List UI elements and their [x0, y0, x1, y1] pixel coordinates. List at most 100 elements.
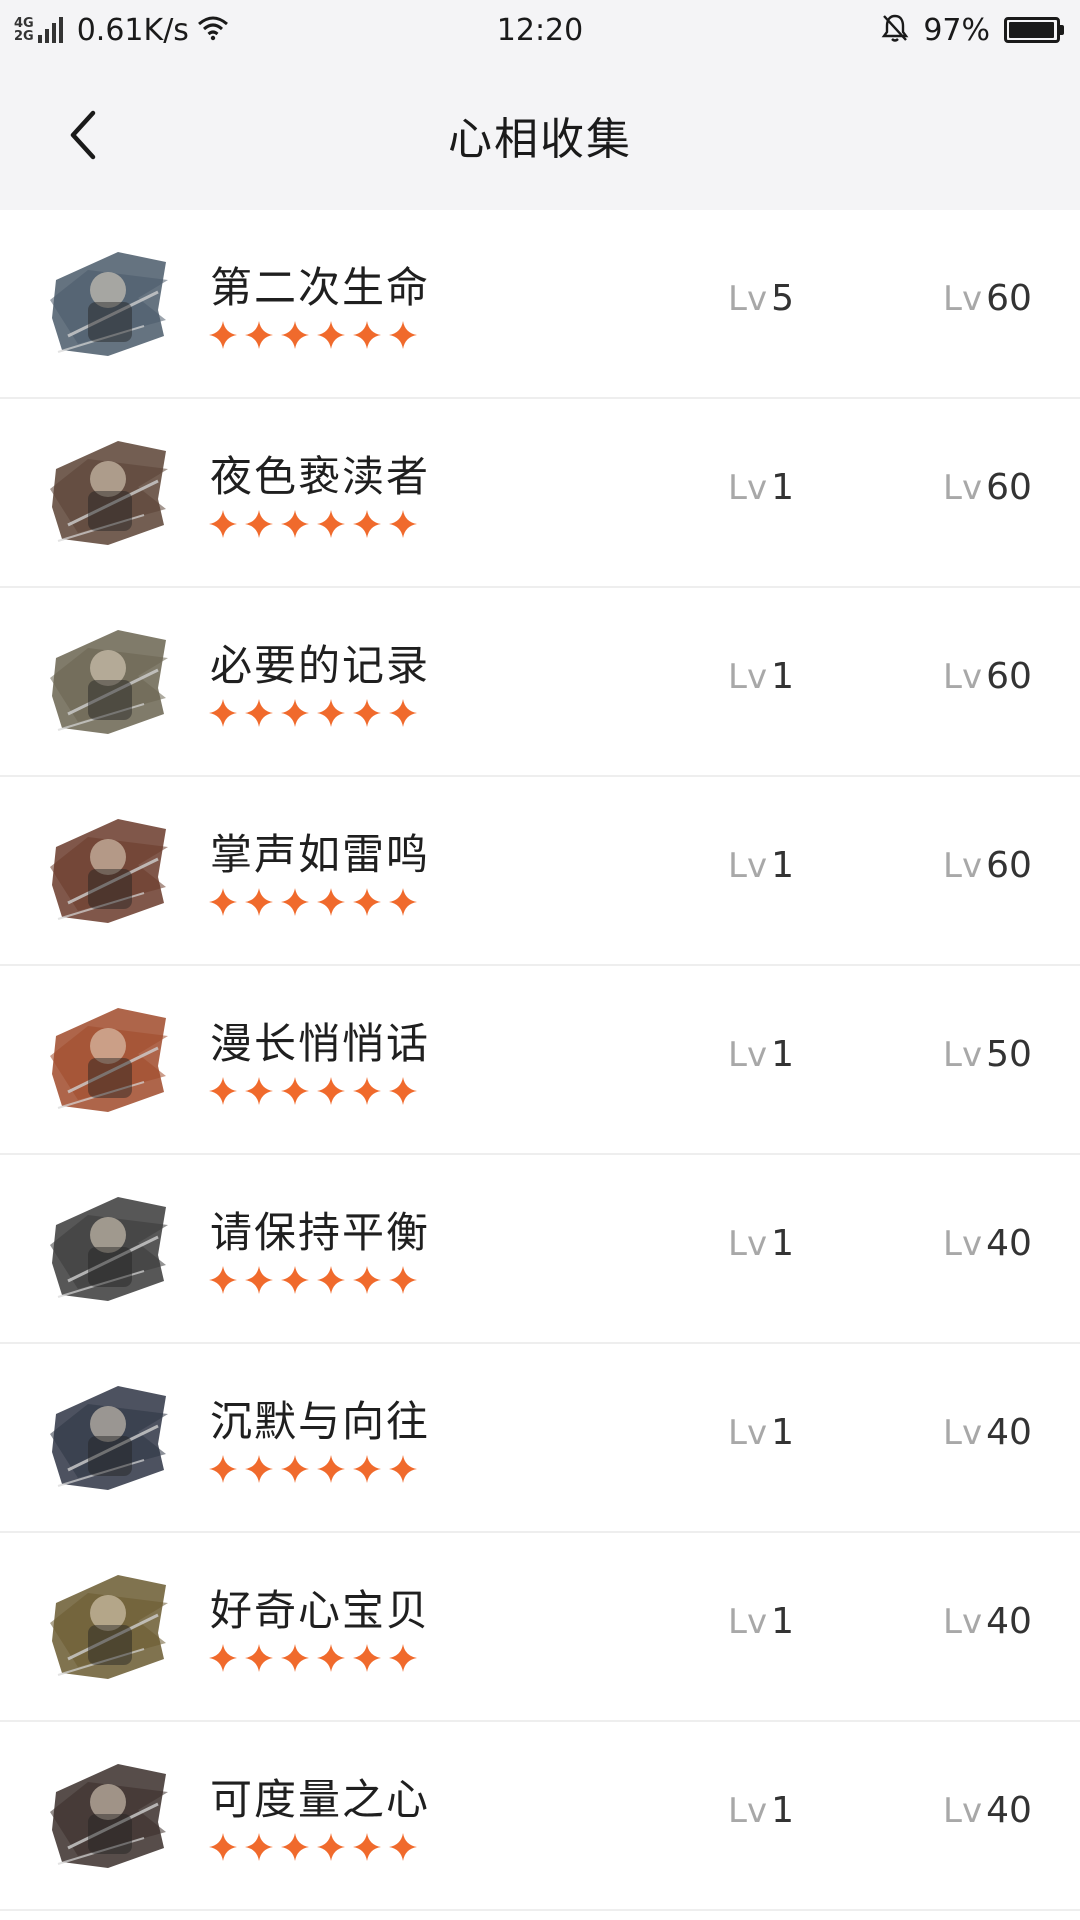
star-icon [208, 887, 238, 917]
avatar [48, 240, 170, 362]
star-icon [352, 509, 382, 539]
level-prefix: Lv [728, 1791, 768, 1831]
star-icon [352, 887, 382, 917]
star-icon [208, 1832, 238, 1862]
list-item[interactable]: 掌声如雷鸣 Lv 1 Lv 60 [0, 777, 1080, 966]
max-level: Lv 40 [943, 1601, 1032, 1642]
network-type-bottom: 2G [14, 29, 34, 44]
level-prefix: Lv [728, 468, 768, 508]
star-icon [244, 320, 274, 350]
current-level-value: 1 [771, 1601, 794, 1642]
battery-percent: 97% [923, 12, 990, 48]
battery-icon [1004, 17, 1064, 43]
max-level-value: 40 [986, 1601, 1032, 1642]
list-item[interactable]: 好奇心宝贝 Lv 1 Lv 40 [0, 1533, 1080, 1722]
star-icon [244, 1265, 274, 1295]
star-icon [208, 509, 238, 539]
star-icon [208, 698, 238, 728]
star-icon [316, 1076, 346, 1106]
star-icon [208, 1265, 238, 1295]
avatar [48, 1563, 170, 1685]
star-icon [208, 1643, 238, 1673]
star-rating [208, 1832, 418, 1862]
star-icon [388, 887, 418, 917]
wifi-icon [197, 15, 229, 45]
star-icon [352, 698, 382, 728]
status-left: 4G 2G 0.61K/s [14, 0, 229, 60]
current-level: Lv 1 [728, 467, 794, 508]
max-level: Lv 40 [943, 1223, 1032, 1264]
star-icon [316, 1454, 346, 1484]
star-icon [244, 1454, 274, 1484]
star-icon [280, 1643, 310, 1673]
status-right: 97% [881, 0, 1064, 60]
current-level: Lv 1 [728, 845, 794, 886]
current-level: Lv 1 [728, 1223, 794, 1264]
star-icon [316, 887, 346, 917]
list-item[interactable]: 可度量之心 Lv 1 Lv 40 [0, 1722, 1080, 1911]
list-item[interactable]: 请保持平衡 Lv 1 Lv 40 [0, 1155, 1080, 1344]
current-level-value: 1 [771, 656, 794, 697]
avatar [48, 996, 170, 1118]
battery-fill [1009, 22, 1054, 38]
avatar [48, 429, 170, 551]
list-item[interactable]: 夜色亵渎者 Lv 1 Lv 60 [0, 399, 1080, 588]
star-icon [352, 1076, 382, 1106]
current-level-value: 1 [771, 467, 794, 508]
collection-list: 第二次生命 Lv 5 Lv 60 夜色亵渎者 Lv 1 Lv 60 必要的记录 Lv 1 Lv 60 掌声如雷… [0, 210, 1080, 1911]
current-level: Lv 1 [728, 1601, 794, 1642]
level-prefix: Lv [943, 1602, 983, 1642]
item-name: 好奇心宝贝 [210, 1586, 431, 1635]
max-level: Lv 50 [943, 1034, 1032, 1075]
network-type: 4G 2G [14, 17, 34, 43]
star-icon [352, 1643, 382, 1673]
level-prefix: Lv [728, 1602, 768, 1642]
star-icon [316, 1265, 346, 1295]
list-item[interactable]: 漫长悄悄话 Lv 1 Lv 50 [0, 966, 1080, 1155]
level-prefix: Lv [728, 1035, 768, 1075]
level-prefix: Lv [943, 1035, 983, 1075]
star-icon [280, 1265, 310, 1295]
item-name: 沉默与向往 [210, 1397, 431, 1446]
star-icon [280, 1832, 310, 1862]
avatar [48, 1752, 170, 1874]
list-item[interactable]: 沉默与向往 Lv 1 Lv 40 [0, 1344, 1080, 1533]
star-icon [316, 509, 346, 539]
star-icon [208, 320, 238, 350]
avatar [48, 807, 170, 929]
star-icon [388, 1265, 418, 1295]
star-icon [244, 1643, 274, 1673]
star-icon [244, 887, 274, 917]
max-level: Lv 60 [943, 278, 1032, 319]
current-level-value: 5 [771, 278, 794, 319]
star-rating [208, 1643, 418, 1673]
level-prefix: Lv [943, 1224, 983, 1264]
star-icon [316, 1643, 346, 1673]
star-icon [388, 1454, 418, 1484]
avatar [48, 618, 170, 740]
star-icon [352, 1265, 382, 1295]
current-level-value: 1 [771, 845, 794, 886]
star-rating [208, 698, 418, 728]
star-icon [208, 1454, 238, 1484]
current-level-value: 1 [771, 1790, 794, 1831]
star-icon [280, 887, 310, 917]
star-rating [208, 1454, 418, 1484]
current-level: Lv 1 [728, 1034, 794, 1075]
star-icon [352, 320, 382, 350]
list-item[interactable]: 第二次生命 Lv 5 Lv 60 [0, 210, 1080, 399]
star-icon [316, 1832, 346, 1862]
list-item[interactable]: 必要的记录 Lv 1 Lv 60 [0, 588, 1080, 777]
item-name: 第二次生命 [210, 263, 431, 312]
max-level: Lv 60 [943, 467, 1032, 508]
star-icon [280, 320, 310, 350]
star-icon [244, 1832, 274, 1862]
level-prefix: Lv [943, 657, 983, 697]
star-icon [388, 320, 418, 350]
max-level-value: 40 [986, 1790, 1032, 1831]
item-name: 漫长悄悄话 [210, 1019, 431, 1068]
max-level-value: 40 [986, 1223, 1032, 1264]
star-icon [280, 698, 310, 728]
avatar [48, 1185, 170, 1307]
current-level: Lv 1 [728, 656, 794, 697]
